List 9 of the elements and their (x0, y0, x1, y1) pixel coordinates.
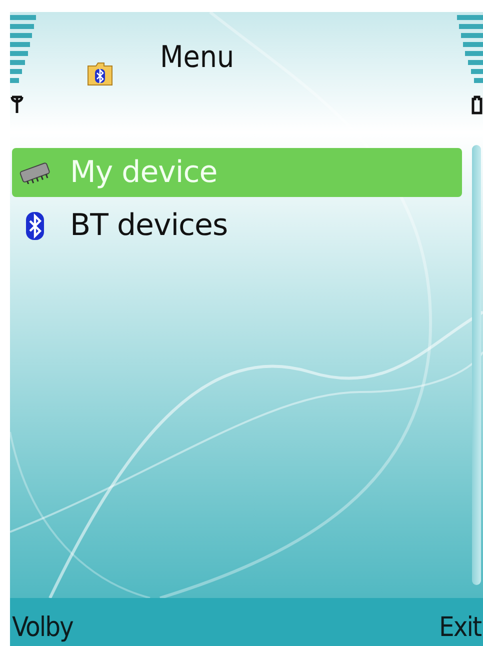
exit-softkey[interactable]: Exit (439, 612, 481, 644)
menu-item[interactable]: BT devices (12, 201, 462, 250)
bluetooth-folder-icon (87, 60, 113, 86)
bluetooth-icon (24, 210, 46, 240)
battery-level-icon (455, 15, 483, 115)
screen-title: Menu (160, 40, 234, 76)
scrollbar[interactable] (472, 145, 481, 585)
signal-strength-icon (10, 15, 38, 115)
options-softkey[interactable]: Volby (12, 612, 73, 644)
